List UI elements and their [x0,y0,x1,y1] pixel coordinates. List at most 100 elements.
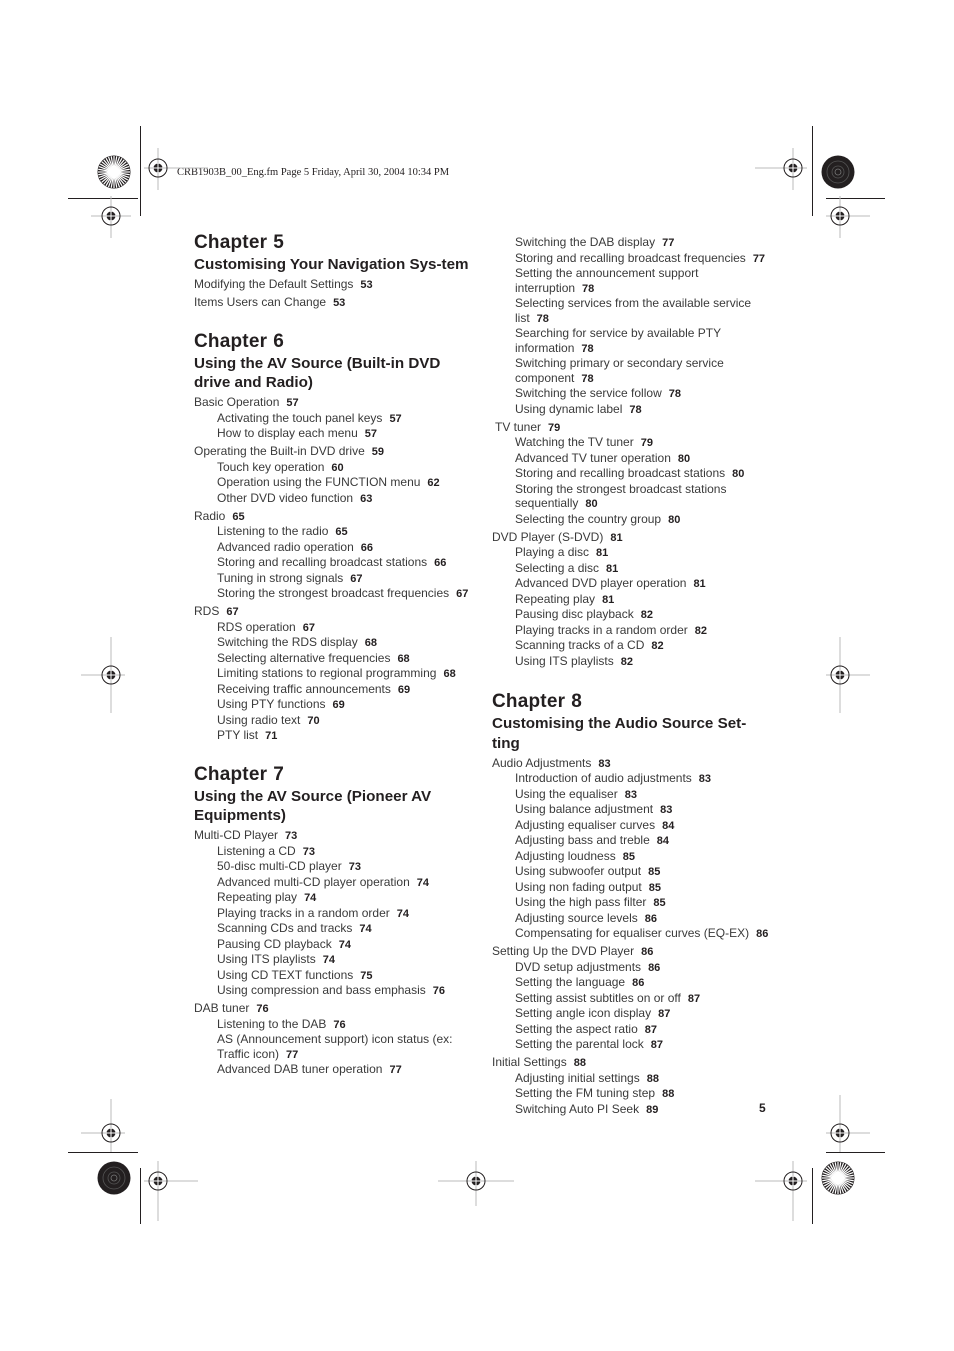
toc-subsection-entry[interactable]: Storing the strongest broadcast frequenc… [194,586,474,602]
toc-subsection-entry[interactable]: Introduction of audio adjustments 83 [492,771,772,787]
toc-subsection-entry[interactable]: Using compression and bass emphasis 76 [194,983,474,999]
toc-subsection-entry[interactable]: Compensating for equaliser curves (EQ-EX… [492,926,772,942]
toc-section-entry[interactable]: Audio Adjustments 83 [492,756,772,772]
toc-entry-label: Using dynamic label [515,401,623,416]
toc-entry-label: Switching the service follow [515,386,662,400]
toc-entry-label: DVD Player (S-DVD) [492,529,604,544]
toc-entry-label: TV tuner [495,419,542,434]
toc-entry-page: 73 [348,861,361,873]
toc-subsection-entry[interactable]: Playing tracks in a random order 82 [492,623,772,639]
toc-section-entry[interactable]: Basic Operation 57 [194,395,474,411]
toc-subsection-entry[interactable]: Setting the aspect ratio 87 [492,1022,772,1038]
toc-entry-page: 76 [256,1003,269,1015]
toc-subsection-entry[interactable]: Advanced radio operation 66 [194,540,474,556]
toc-subsection-entry[interactable]: Using ITS playlists 74 [194,952,474,968]
toc-subsection-entry[interactable]: Setting the announcement support interru… [492,266,772,296]
toc-section-entry[interactable]: RDS 67 [194,604,474,620]
toc-subsection-entry[interactable]: Touch key operation 60 [194,460,474,476]
toc-subsection-entry[interactable]: Storing and recalling broadcast stations… [492,466,772,482]
toc-section-entry[interactable]: Initial Settings 88 [492,1055,772,1071]
toc-subsection-entry[interactable]: Operation using the FUNCTION menu 62 [194,475,474,491]
toc-subsection-entry[interactable]: Adjusting source levels 86 [492,911,772,927]
toc-subsection-entry[interactable]: Repeating play 81 [492,592,772,608]
toc-subsection-entry[interactable]: Scanning CDs and tracks 74 [194,921,474,937]
toc-section-entry[interactable]: Operating the Built-in DVD drive 59 [194,444,474,460]
toc-section-entry[interactable]: Radio 65 [194,509,474,525]
toc-section-entry[interactable]: DAB tuner 76 [194,1001,474,1017]
toc-subsection-entry[interactable]: Pausing CD playback 74 [194,937,474,953]
toc-subsection-entry[interactable]: Advanced DAB tuner operation 77 [194,1062,474,1078]
toc-subsection-entry[interactable]: Activating the touch panel keys 57 [194,411,474,427]
toc-section-entry[interactable]: TV tuner 79 [492,420,772,436]
toc-subsection-entry[interactable]: Listening a CD 73 [194,844,474,860]
toc-subsection-entry[interactable]: Advanced DVD player operation 81 [492,576,772,592]
toc-subsection-entry[interactable]: Advanced TV tuner operation 80 [492,451,772,467]
toc-subsection-entry[interactable]: Using PTY functions 69 [194,697,474,713]
toc-section-entry[interactable]: Multi-CD Player 73 [194,828,474,844]
chapter-heading: Chapter 6 [194,331,474,353]
toc-subsection-entry[interactable]: Switching Auto PI Seek 89 [492,1102,772,1118]
toc-subsection-entry[interactable]: Watching the TV tuner 79 [492,435,772,451]
toc-subsection-entry[interactable]: Using the high pass filter 85 [492,895,772,911]
toc-subsection-entry[interactable]: Listening to the radio 65 [194,524,474,540]
toc-section-entry[interactable]: DVD Player (S-DVD) 81 [492,530,772,546]
toc-subsection-entry[interactable]: Using CD TEXT functions 75 [194,968,474,984]
toc-column-right: Switching the DAB display 77 Storing and r… [492,235,772,1137]
crosshair-registration-icon [91,196,131,238]
toc-subsection-entry[interactable]: Using subwoofer output 85 [492,864,772,880]
toc-subsection-entry[interactable]: Storing and recalling broadcast frequenc… [492,251,772,267]
toc-subsection-entry[interactable]: Using the equaliser 83 [492,787,772,803]
toc-subsection-entry[interactable]: Storing the strongest broadcast stations… [492,482,772,512]
toc-entry-page: 80 [677,452,691,465]
toc-subsection-entry[interactable]: Tuning in strong signals 67 [194,571,474,587]
toc-entry-page: 86 [756,928,769,940]
toc-subsection-entry[interactable]: AS (Announcement support) icon status (e… [194,1032,474,1062]
toc-subsection-entry[interactable]: Setting the FM tuning step 88 [492,1086,772,1102]
toc-subsection-entry[interactable]: Switching the RDS display 68 [194,635,474,651]
toc-subsection-entry[interactable]: Setting the parental lock 87 [492,1037,772,1053]
toc-subsection-entry[interactable]: Setting assist subtitles on or off 87 [492,991,772,1007]
toc-subsection-entry[interactable]: Setting the language 86 [492,975,772,991]
toc-subsection-entry[interactable]: Using balance adjustment 83 [492,802,772,818]
toc-subsection-entry[interactable]: Other DVD video function 63 [194,491,474,507]
toc-subsection-entry[interactable]: Adjusting equaliser curves 84 [492,818,772,834]
toc-subsection-entry[interactable]: Pausing disc playback 82 [492,607,772,623]
toc-entry-page: 67 [350,572,363,585]
toc-subsection-entry[interactable]: Selecting the country group 80 [492,512,772,528]
toc-subsection-entry[interactable]: Listening to the DAB 76 [194,1017,474,1033]
toc-subsection-entry[interactable]: Repeating play 74 [194,890,474,906]
toc-subsection-entry[interactable]: PTY list 71 [194,728,474,744]
toc-section-entry[interactable]: Setting Up the DVD Player 86 [492,944,772,960]
toc-subsection-entry[interactable]: Searching for service by available PTY i… [492,326,772,356]
toc-subsection-entry[interactable]: Switching the service follow 78 [492,386,772,402]
toc-subsection-entry[interactable]: 50-disc multi-CD player 73 [194,859,474,875]
toc-subsection-entry[interactable]: Selecting a disc 81 [492,561,772,577]
toc-subsection-entry[interactable]: Playing a disc 81 [492,545,772,561]
toc-subsection-entry[interactable]: Playing tracks in a random order 74 [194,906,474,922]
toc-subsection-entry[interactable]: Limiting stations to regional programmin… [194,666,474,682]
toc-subsection-entry[interactable]: Adjusting bass and treble 84 [492,833,772,849]
toc-subsection-entry[interactable]: Selecting services from the available se… [492,296,772,326]
toc-subsection-entry[interactable]: Using ITS playlists 82 [492,654,772,670]
toc-subsection-entry[interactable]: Advanced multi-CD player operation 74 [194,875,474,891]
toc-subsection-entry[interactable]: Storing and recalling broadcast stations… [194,555,474,571]
toc-subsection-entry[interactable]: Using non fading output 85 [492,880,772,896]
toc-subsection-entry[interactable]: Adjusting initial settings 88 [492,1071,772,1087]
toc-subsection-entry[interactable]: Switching primary or secondary service c… [492,356,772,386]
toc-subsection-entry[interactable]: Adjusting loudness 85 [492,849,772,865]
toc-subsection-entry[interactable]: RDS operation 67 [194,620,474,636]
toc-subsection-entry[interactable]: Using radio text 70 [194,713,474,729]
toc-subsection-entry[interactable]: Using dynamic label 78 [492,402,772,418]
toc-subsection-entry[interactable]: Scanning tracks of a CD 82 [492,638,772,654]
toc-subsection-entry[interactable]: Receiving traffic announcements 69 [194,682,474,698]
toc-entry-page: 63 [360,492,373,505]
toc-subsection-entry[interactable]: How to display each menu 57 [194,426,474,442]
toc-subsection-entry[interactable]: Switching the DAB display 77 [492,235,772,251]
toc-entry-page: 83 [698,773,712,785]
toc-section-entry[interactable]: Modifying the Default Settings 53 [194,277,474,293]
color-bar-dial-icon [97,155,131,189]
toc-subsection-entry[interactable]: Setting angle icon display 87 [492,1006,772,1022]
toc-section-entry[interactable]: Items Users can Change 53 [194,295,474,311]
toc-subsection-entry[interactable]: DVD setup adjustments 86 [492,960,772,976]
toc-subsection-entry[interactable]: Selecting alternative frequencies 68 [194,651,474,667]
